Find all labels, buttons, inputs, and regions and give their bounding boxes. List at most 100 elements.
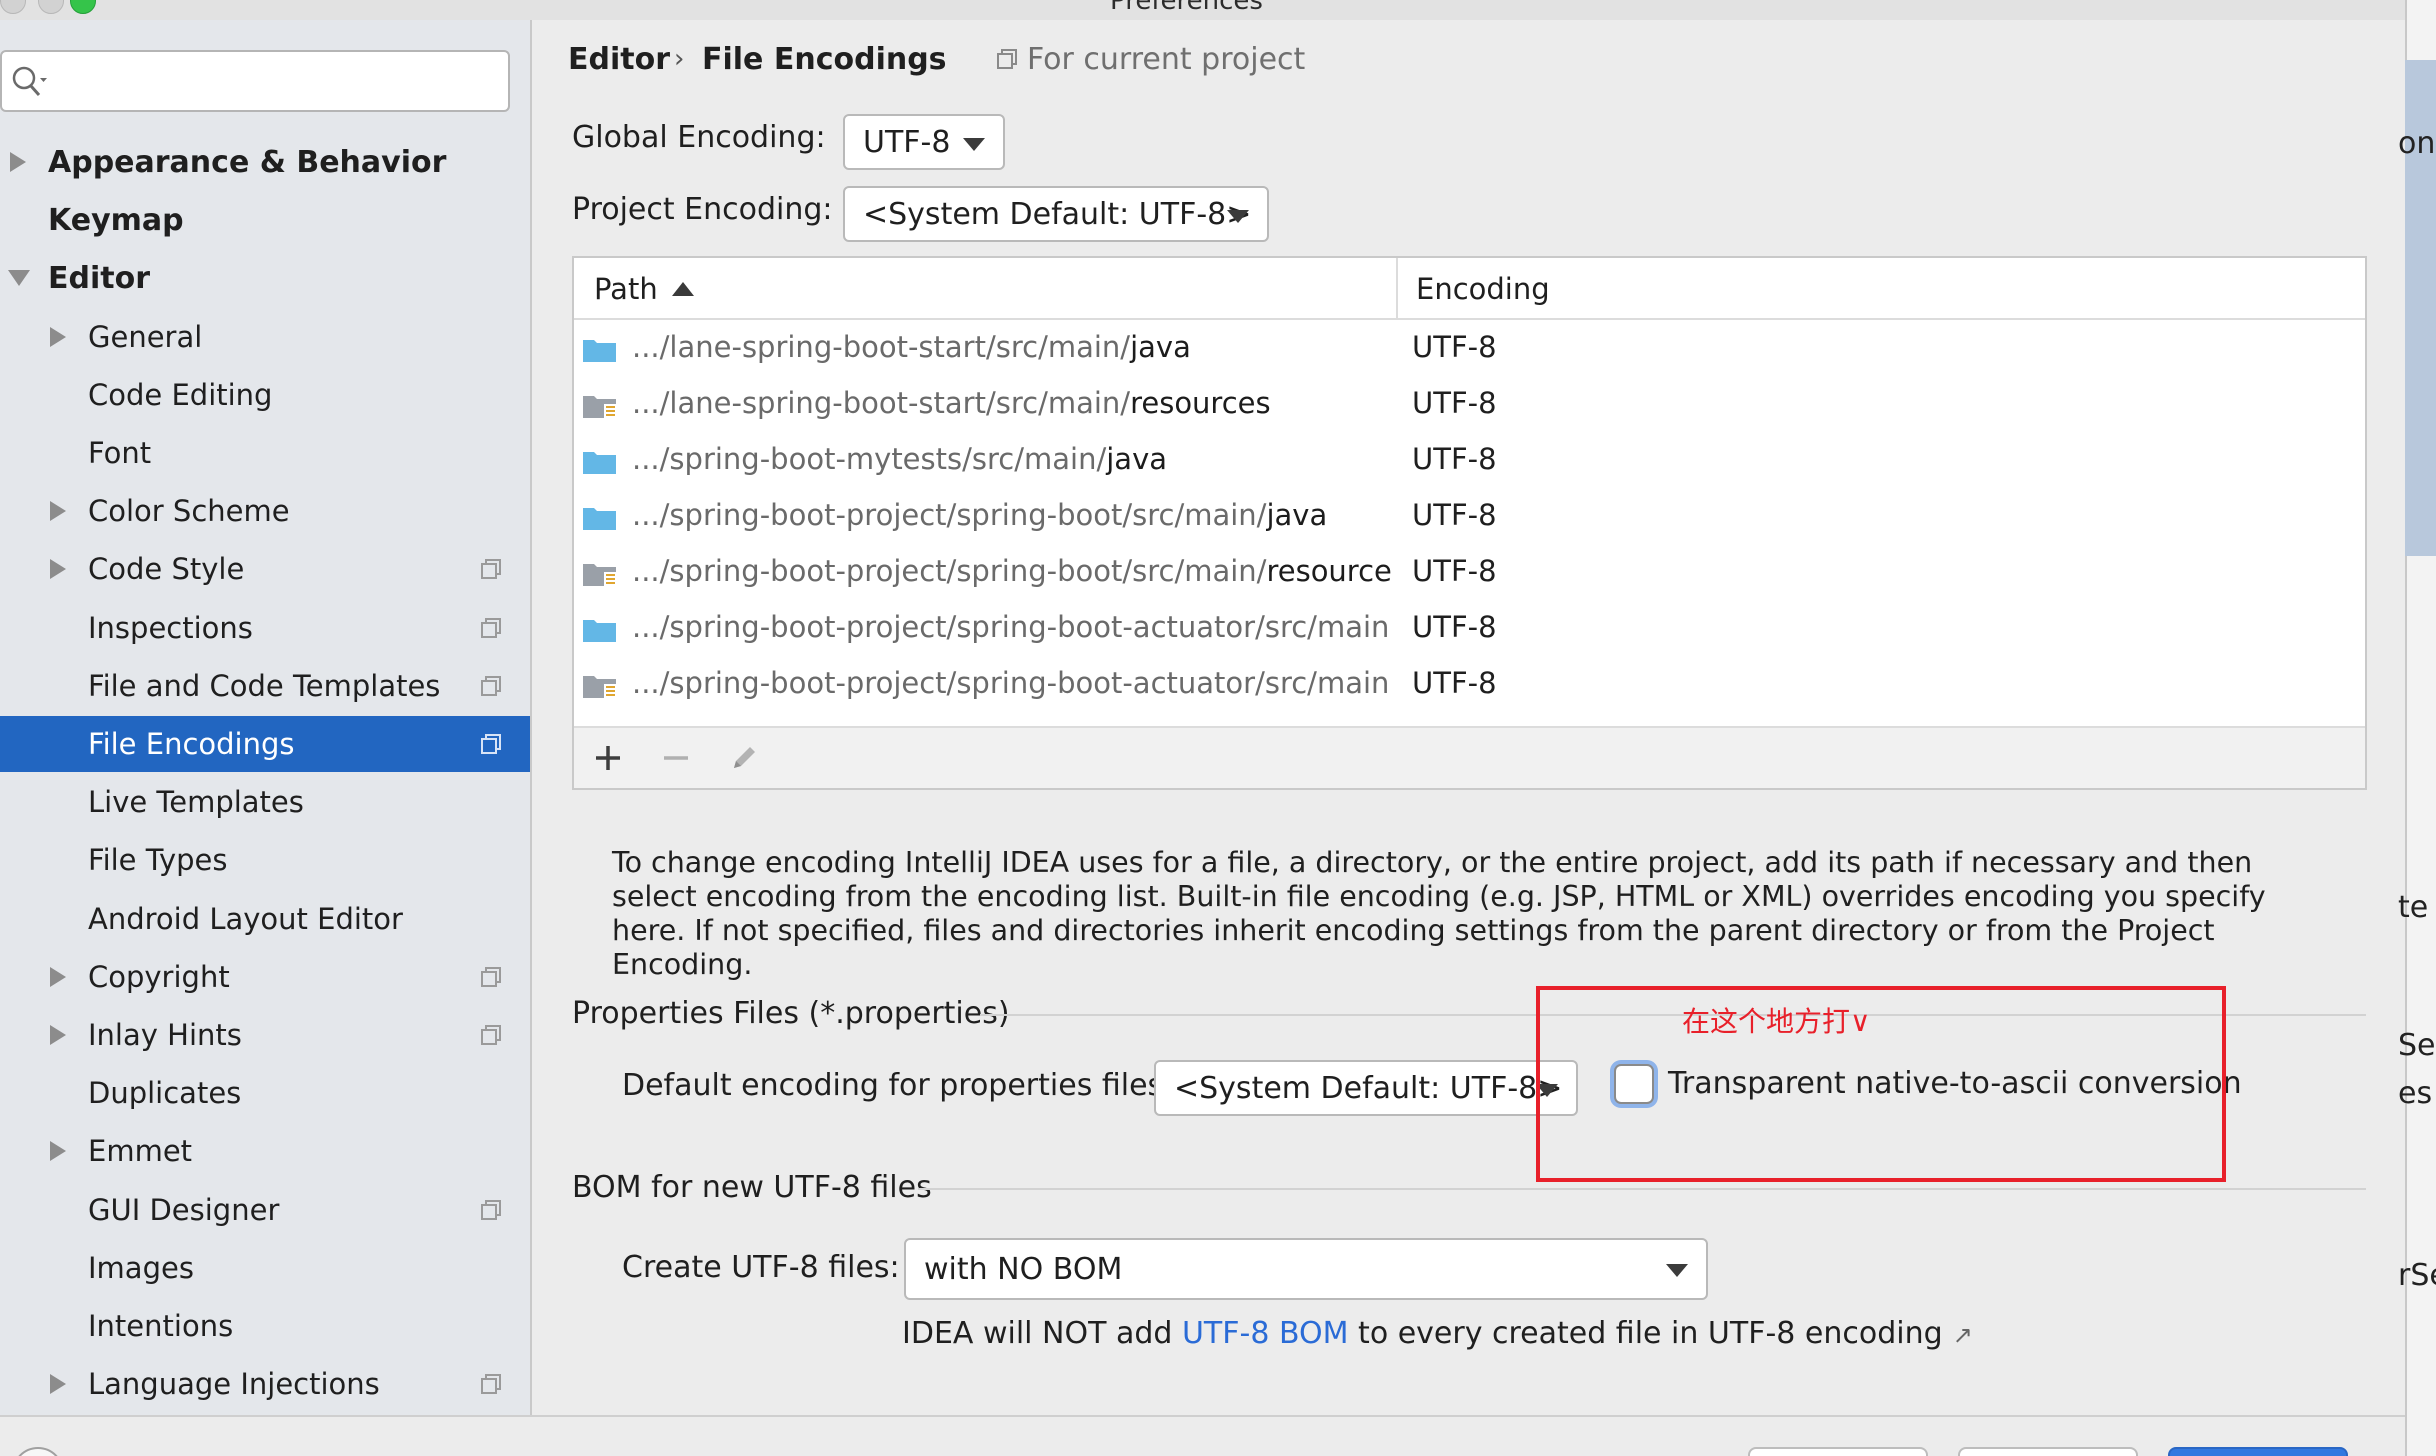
sidebar-item-images[interactable]: Images (0, 1240, 530, 1296)
sidebar-item-label: Live Templates (88, 785, 304, 820)
scope-label: For current project (1027, 42, 1306, 77)
dialog-button-bar (0, 1415, 2405, 1456)
sidebar-item-label: Language Injections (88, 1367, 380, 1402)
path-cell: .../lane-spring-boot-start/src/main/java (632, 330, 1392, 364)
sidebar-item-color-scheme[interactable]: Color Scheme (0, 483, 530, 539)
sidebar-item-label: Inspections (88, 610, 253, 645)
encoding-cell[interactable]: UTF-8 (1412, 386, 1497, 420)
table-row[interactable]: .../lane-spring-boot-start/src/main/java… (574, 322, 2365, 378)
project-scope-icon (997, 49, 1017, 69)
sidebar-item-file-and-code-templates[interactable]: File and Code Templates (0, 658, 530, 714)
encoding-cell[interactable]: UTF-8 (1412, 442, 1497, 476)
path-cell: .../spring-boot-project/spring-boot/src/… (632, 498, 1392, 532)
path-prefix: .../lane-spring-boot-start/src/main/ (632, 386, 1131, 420)
sidebar-item-gui-designer[interactable]: GUI Designer (0, 1182, 530, 1238)
project-scope-icon (481, 1025, 501, 1045)
cancel-button[interactable] (1748, 1447, 1928, 1456)
background-text-fragment: Se (2398, 1028, 2436, 1063)
breadcrumb-current: File Encodings (702, 42, 947, 77)
column-header-path[interactable]: Path (594, 272, 658, 306)
external-link-icon: ↗ (1952, 1321, 1973, 1349)
ok-button[interactable] (2168, 1447, 2348, 1456)
sidebar-item-label: Duplicates (88, 1076, 242, 1111)
create-utf8-label: Create UTF-8 files: (622, 1250, 900, 1285)
expand-arrow-icon[interactable] (50, 966, 66, 987)
sidebar-item-code-editing[interactable]: Code Editing (0, 367, 530, 423)
sidebar-item-language-injections[interactable]: Language Injections (0, 1356, 530, 1412)
path-folder-name: java (1266, 498, 1328, 532)
project-scope-icon (481, 734, 501, 754)
settings-sidebar: Appearance & Behavior Keymap Editor General… (0, 20, 532, 1415)
expand-arrow-icon[interactable] (50, 559, 66, 580)
encoding-cell[interactable]: UTF-8 (1412, 554, 1497, 588)
source-folder-icon (583, 508, 616, 530)
table-header: Path Encoding (574, 258, 2365, 320)
path-folder-name: resources (1130, 386, 1271, 420)
sidebar-item-live-templates[interactable]: Live Templates (0, 774, 530, 830)
table-row[interactable]: .../spring-boot-mytests/src/main/java UTF… (574, 434, 2365, 490)
sidebar-item-inlay-hints[interactable]: Inlay Hints (0, 1007, 530, 1063)
window-close-button[interactable] (0, 0, 26, 14)
help-button[interactable] (12, 1447, 64, 1456)
sidebar-item-android-layout-editor[interactable]: Android Layout Editor (0, 891, 530, 947)
settings-search-input[interactable] (0, 50, 510, 112)
edit-pencil-icon[interactable] (726, 740, 762, 776)
sidebar-item-label: Copyright (88, 959, 230, 994)
encoding-cell[interactable]: UTF-8 (1412, 666, 1497, 700)
column-divider[interactable] (1396, 258, 1398, 320)
sidebar-item-keymap[interactable]: Keymap (0, 192, 530, 248)
sidebar-item-editor[interactable]: Editor (0, 250, 530, 306)
sidebar-item-emmet[interactable]: Emmet (0, 1123, 530, 1179)
expand-arrow-icon[interactable] (50, 1025, 66, 1045)
utf8-bom-link[interactable]: UTF-8 BOM (1182, 1316, 1349, 1351)
table-row[interactable]: .../lane-spring-boot-start/src/main/reso… (574, 378, 2365, 434)
apply-button[interactable] (1958, 1447, 2138, 1456)
create-utf8-combo[interactable]: with NO BOM (904, 1238, 1708, 1300)
sidebar-item-font[interactable]: Font (0, 425, 530, 481)
encoding-cell[interactable]: UTF-8 (1412, 330, 1497, 364)
sidebar-item-label: Editor (48, 260, 150, 296)
global-encoding-combo[interactable]: UTF-8 (843, 114, 1005, 170)
breadcrumb-parent[interactable]: Editor (568, 42, 670, 77)
encoding-cell[interactable]: UTF-8 (1412, 498, 1497, 532)
table-row[interactable]: .../spring-boot-project/spring-boot-actu… (574, 602, 2365, 658)
add-icon[interactable] (590, 740, 626, 776)
remove-icon[interactable] (658, 740, 694, 776)
properties-encoding-combo[interactable]: <System Default: UTF-8> (1154, 1060, 1578, 1116)
background-text-fragment: on (2398, 126, 2436, 161)
source-folder-icon (583, 340, 616, 362)
project-scope-icon (481, 966, 501, 987)
expand-arrow-icon[interactable] (10, 152, 26, 172)
search-icon (12, 66, 47, 96)
sidebar-item-appearance-behavior[interactable]: Appearance & Behavior (0, 134, 530, 190)
sidebar-item-duplicates[interactable]: Duplicates (0, 1065, 530, 1121)
table-row[interactable]: .../spring-boot-project/spring-boot/src/… (574, 490, 2365, 546)
sidebar-item-inspections[interactable]: Inspections (0, 600, 530, 656)
window-minimize-button[interactable] (38, 0, 64, 14)
column-header-encoding[interactable]: Encoding (1416, 272, 1550, 306)
path-cell: .../lane-spring-boot-start/src/main/reso… (632, 386, 1392, 420)
window-maximize-button[interactable] (70, 0, 96, 14)
sidebar-item-general[interactable]: General (0, 309, 530, 365)
sidebar-item-label: Appearance & Behavior (48, 144, 447, 180)
table-row[interactable]: .../spring-boot-project/spring-boot/src/… (574, 546, 2365, 602)
sidebar-item-label: Intentions (88, 1309, 234, 1343)
sidebar-item-label: General (88, 319, 203, 354)
sidebar-item-file-encodings[interactable]: File Encodings (0, 716, 530, 772)
sidebar-item-copyright[interactable]: Copyright (0, 949, 530, 1005)
sidebar-item-file-types[interactable]: File Types (0, 832, 530, 888)
collapse-arrow-icon[interactable] (8, 270, 30, 287)
expand-arrow-icon[interactable] (50, 326, 66, 347)
sort-ascending-icon (672, 282, 694, 296)
expand-arrow-icon[interactable] (50, 501, 66, 522)
sidebar-item-intentions[interactable]: Intentions (0, 1298, 530, 1354)
background-text-fragment: rSe (2398, 1258, 2436, 1293)
sidebar-item-code-style[interactable]: Code Style (0, 541, 530, 597)
encoding-cell[interactable]: UTF-8 (1412, 610, 1497, 644)
expand-arrow-icon[interactable] (50, 1141, 66, 1162)
path-encoding-table[interactable]: Path Encoding .../lane-spring-boot-start… (572, 256, 2367, 790)
table-row[interactable]: .../spring-boot-project/spring-boot-actu… (574, 658, 2365, 714)
project-encoding-combo[interactable]: <System Default: UTF-8> (843, 186, 1269, 242)
expand-arrow-icon[interactable] (50, 1374, 66, 1395)
project-scope-icon (481, 559, 501, 580)
